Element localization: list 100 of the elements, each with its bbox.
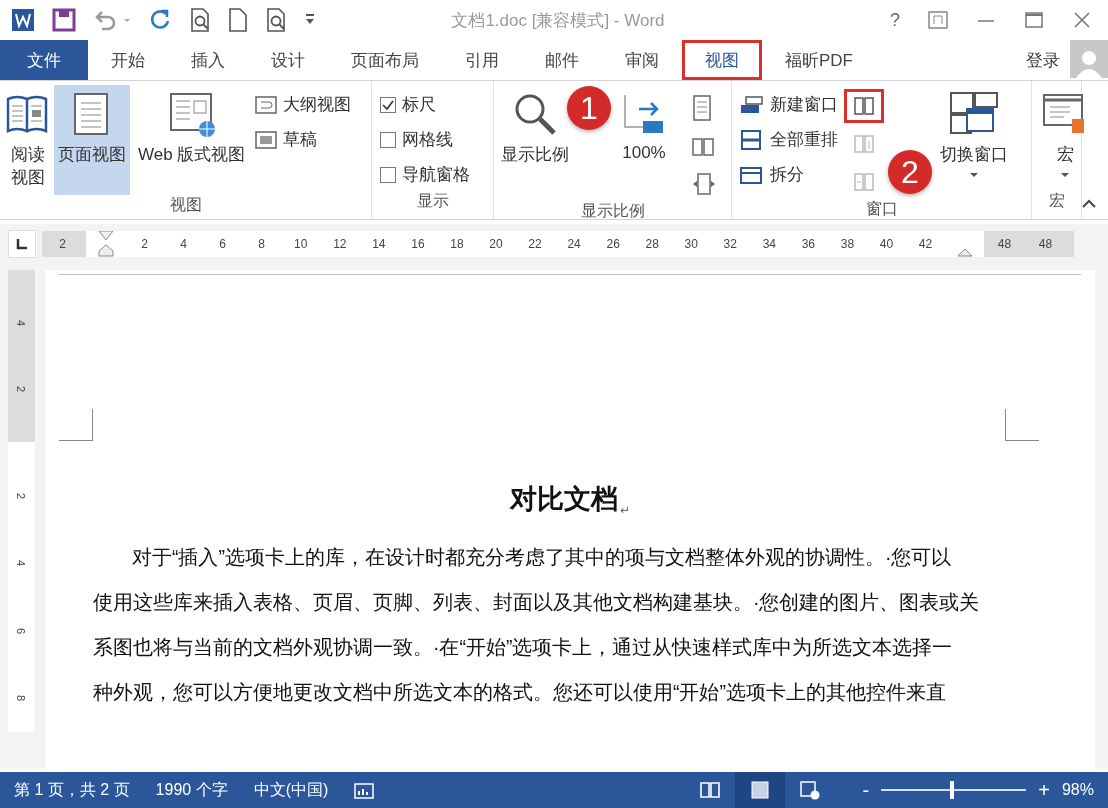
- word-count[interactable]: 1990 个字: [155, 779, 228, 801]
- ribbon-options-icon[interactable]: [928, 11, 948, 29]
- checkbox[interactable]: [380, 96, 396, 113]
- page-count[interactable]: 第 1 页，共 2 页: [14, 779, 130, 801]
- outline-view-icon: [255, 94, 278, 115]
- redo-icon[interactable]: [148, 8, 172, 32]
- ribbon-tab[interactable]: 福昕PDF: [762, 40, 876, 80]
- new-document-icon[interactable]: [228, 7, 248, 33]
- switch-windows-button[interactable]: 切换窗口: [936, 85, 1012, 199]
- collapse-ribbon-icon[interactable]: [1082, 199, 1096, 209]
- ribbon-tab[interactable]: 插入: [168, 40, 248, 80]
- ruler-number: 14: [371, 237, 387, 251]
- checkbox-option[interactable]: 导航窗格: [378, 161, 472, 188]
- ruler-number: 8: [257, 237, 267, 251]
- split-icon: [740, 164, 764, 185]
- zoom-slider-thumb[interactable]: [950, 781, 955, 799]
- maximize-icon[interactable]: [1024, 11, 1044, 29]
- ribbon-tab[interactable]: 文件: [0, 40, 88, 80]
- draft-icon: [255, 129, 278, 150]
- checkbox[interactable]: [380, 166, 396, 183]
- indent-marker-icon[interactable]: [97, 231, 114, 257]
- ribbon-tab[interactable]: 开始: [88, 40, 168, 80]
- ruler-number: 2: [140, 237, 149, 251]
- right-indent-marker-icon[interactable]: [956, 247, 973, 257]
- window-view-button[interactable]: [844, 89, 884, 123]
- view-button[interactable]: 页面视图: [54, 85, 130, 195]
- ruler-number: 26: [605, 237, 621, 251]
- paragraph-mark: ↵: [619, 503, 631, 517]
- margin-corner-mark: [1005, 409, 1039, 441]
- ribbon-tab[interactable]: 邮件: [522, 40, 602, 80]
- ruler-number: 40: [878, 237, 895, 251]
- zoom-out-button[interactable]: -: [860, 778, 872, 802]
- dropdown-caret-icon: [969, 172, 979, 178]
- ruler-number: 32: [722, 237, 738, 251]
- margin-corner-mark: [59, 409, 93, 441]
- checkbox-option[interactable]: 网格线: [378, 126, 472, 153]
- ribbon-tab[interactable]: 审阅: [602, 40, 682, 80]
- view-button[interactable]: 阅读视图: [6, 85, 50, 195]
- language-indicator[interactable]: 中文(中国): [253, 779, 329, 801]
- ribbon-tab[interactable]: 设计: [248, 40, 328, 80]
- window-command[interactable]: 新建窗口: [738, 91, 840, 118]
- tab-selector-button[interactable]: [8, 230, 36, 258]
- check-icon: [382, 98, 394, 111]
- preview-icon[interactable]: [264, 7, 288, 33]
- ruler-number: 6: [218, 237, 227, 251]
- new-window-icon: [740, 94, 764, 115]
- print-preview-icon[interactable]: [188, 7, 212, 33]
- paragraph-line: 对于“插入”选项卡上的库，在设计时都充分考虑了其中的项与文档整体外观的协调性。·您可以: [131, 545, 953, 570]
- view-button[interactable]: 草稿: [253, 126, 354, 153]
- help-button[interactable]: ?: [890, 9, 900, 31]
- ruler-number: 6: [15, 627, 28, 634]
- paragraph-line: 使用这些库来插入表格、页眉、页脚、列表、封面以及其他文档构建基块。·您创建的图片、图表或关: [93, 590, 981, 615]
- group-label: 显示: [415, 191, 450, 211]
- ruler-number: 30: [683, 237, 699, 251]
- ruler-number: 28: [644, 237, 660, 251]
- group-label: 窗口: [864, 199, 899, 219]
- ribbon-tab[interactable]: 引用: [442, 40, 522, 80]
- document-title: 对比文档: [509, 482, 618, 516]
- close-icon[interactable]: [1072, 11, 1092, 29]
- group-label: 显示比例: [579, 201, 646, 221]
- one-page-icon: [692, 95, 712, 121]
- zoom-button[interactable]: 显示比例: [500, 85, 570, 201]
- view-button[interactable]: Web 版式视图: [134, 85, 250, 195]
- ruler-number: 42: [917, 237, 934, 251]
- window-title: 文档1.doc [兼容模式] - Word: [450, 9, 666, 32]
- left-tab-stop-icon: [16, 238, 28, 250]
- ruler-number: 24: [566, 237, 582, 251]
- view-mode-button[interactable]: [734, 772, 785, 808]
- synchronous-scrolling-icon: [853, 133, 875, 155]
- save-icon[interactable]: [52, 8, 76, 32]
- window-command[interactable]: 全部重排: [738, 126, 840, 153]
- ruler-number: 10: [293, 237, 309, 251]
- ruler-number: 20: [488, 237, 504, 251]
- ruler-number: 2: [58, 237, 67, 251]
- sign-in-link[interactable]: 登录: [1016, 40, 1070, 80]
- macro-recording-icon[interactable]: [354, 781, 375, 799]
- ruler-number: 36: [800, 237, 817, 251]
- zoom-in-button[interactable]: +: [1036, 778, 1052, 802]
- web-page-icon: [168, 91, 215, 137]
- ribbon-tab[interactable]: 页面布局: [328, 40, 442, 80]
- macros-button[interactable]: 宏: [1038, 85, 1092, 191]
- ruler-number: 4: [179, 237, 188, 251]
- zoom-button[interactable]: 100%: [620, 85, 668, 201]
- window-command[interactable]: 拆分: [738, 161, 840, 188]
- ruler-number: 8: [15, 695, 28, 702]
- side-by-side-icon: [853, 95, 875, 117]
- paragraph-line: 种外观，您可以方便地更改文档中所选文本的格式。您还可以使用“开始”选项卡上的其他控件来直: [93, 680, 947, 705]
- ruler-number: 22: [527, 237, 543, 251]
- windows-icon: [949, 91, 999, 137]
- page-width-icon: [692, 173, 716, 195]
- ruler-number: 4: [15, 560, 28, 567]
- reset-window-icon: [853, 171, 875, 193]
- ruler-number: 4: [15, 319, 28, 327]
- zoom-percentage[interactable]: 98%: [1061, 781, 1094, 799]
- ribbon-tab[interactable]: 视图: [682, 40, 762, 80]
- checkbox-option[interactable]: 标尺: [378, 91, 472, 118]
- ruler-number: 48: [996, 237, 1013, 251]
- ruler-number: 2: [15, 385, 28, 393]
- checkbox[interactable]: [380, 131, 396, 148]
- view-button[interactable]: 大纲视图: [253, 91, 354, 118]
